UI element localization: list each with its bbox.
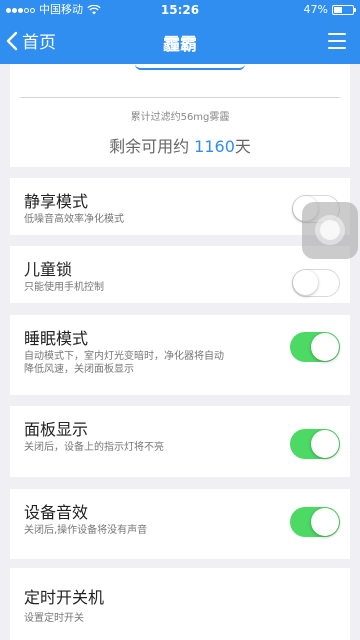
content: 累计过滤约56mg雾霾 剩余可用约 1160天 静享模式 低噪音高效率净化模式 … [0,64,360,640]
assistive-touch-button[interactable] [302,202,358,259]
remaining-prefix: 剩余可用约 [109,137,195,156]
battery-icon [332,5,356,15]
status-right: 47% [303,0,356,20]
setting-child-lock: 儿童锁 只能使用手机控制 [10,246,350,303]
setting-desc: 关闭后,操作设备将没有声音 [24,525,148,536]
setting-title: 睡眠模式 [24,329,89,348]
page-title: 霾霸 [163,35,197,55]
setting-title: 儿童锁 [24,260,73,279]
setting-desc: 设置定时开关 [24,613,84,624]
setting-scheduled-power[interactable]: 定时开关机 设置定时开关 [10,568,350,640]
hamburger-menu-icon[interactable] [328,33,346,49]
battery-percent: 47% [303,3,328,16]
filter-accumulated-text: 累计过滤约56mg雾霾 [130,112,230,123]
divider [20,97,340,98]
filter-card: 累计过滤约56mg雾霾 剩余可用约 1160天 [10,64,350,167]
setting-title: 定时开关机 [24,588,105,607]
setting-title: 设备音效 [24,503,89,522]
setting-desc: 低噪音高效率净化模式 [24,214,124,225]
child-lock-toggle[interactable] [292,269,340,297]
setting-title: 静享模式 [24,192,89,211]
setting-desc: 自动模式下，室内灯光变暗时，净化器将自动降低风速，关闭面板显示 [24,351,224,375]
filter-remaining-text: 剩余可用约 1160天 [10,133,350,157]
remaining-suffix: 天 [234,137,251,156]
nav-bar: 首页 霾霸 [0,20,360,64]
header: 中国移动 15:26 47% 首页 霾霸 [0,0,360,64]
sleep-mode-toggle[interactable] [290,332,340,362]
setting-desc: 关闭后，设备上的指示灯将不亮 [24,442,164,453]
setting-device-sound: 设备音效 关闭后,操作设备将没有声音 [10,489,350,559]
device-sound-toggle[interactable] [290,507,340,537]
panel-display-toggle[interactable] [290,429,340,459]
remaining-days: 1160 [194,137,235,156]
setting-quiet-mode: 静享模式 低噪音高效率净化模式 [10,178,350,235]
setting-title: 面板显示 [24,420,89,439]
setting-panel-display: 面板显示 关闭后，设备上的指示灯将不亮 [10,406,350,477]
setting-sleep-mode: 睡眠模式 自动模式下，室内灯光变暗时，净化器将自动降低风速，关闭面板显示 [10,315,350,395]
status-bar: 中国移动 15:26 47% [0,0,360,20]
screen: 中国移动 15:26 47% 首页 霾霸 累计过滤约56mg雾霾 剩余可用约 1… [0,0,360,640]
filter-gauge-arc [135,64,245,70]
setting-desc: 只能使用手机控制 [24,282,104,293]
